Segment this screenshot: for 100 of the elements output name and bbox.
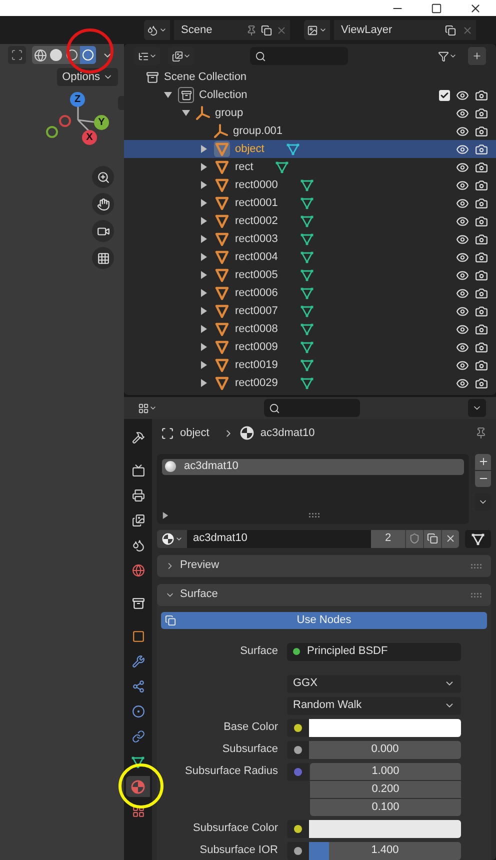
- outliner-row[interactable]: rect0007: [124, 302, 496, 320]
- outliner-row[interactable]: rect0004: [124, 248, 496, 266]
- checkbox[interactable]: [439, 90, 450, 100]
- render-camera-icon[interactable]: [475, 142, 488, 156]
- render-camera-icon[interactable]: [475, 88, 488, 102]
- pin-icon[interactable]: [246, 24, 257, 36]
- pan-hand-button[interactable]: [92, 193, 114, 215]
- expand-arrow-icon[interactable]: [200, 379, 208, 387]
- scene-field[interactable]: Scene: [174, 20, 290, 40]
- expand-arrow-icon[interactable]: [200, 199, 208, 207]
- shading-mode-button[interactable]: [32, 46, 48, 64]
- duplicate-button[interactable]: [423, 530, 441, 548]
- expand-arrow-icon[interactable]: [200, 253, 208, 261]
- outliner-row[interactable]: rect0003: [124, 230, 496, 248]
- 3d-viewport[interactable]: Options Z Y X: [0, 44, 124, 860]
- pin-icon[interactable]: [475, 427, 487, 440]
- panel-header[interactable]: Surface: [157, 584, 491, 606]
- visibility-eye-icon[interactable]: [456, 106, 469, 120]
- add-slot-button[interactable]: [475, 454, 491, 470]
- outliner-row[interactable]: rect0008: [124, 320, 496, 338]
- collapse-arrow-icon[interactable]: [164, 91, 172, 99]
- render-camera-icon[interactable]: [475, 340, 488, 354]
- visibility-eye-icon[interactable]: [456, 322, 469, 336]
- visibility-eye-icon[interactable]: [456, 232, 469, 246]
- camera-view-button[interactable]: [92, 220, 114, 242]
- render-camera-icon[interactable]: [475, 268, 488, 282]
- expand-arrow-icon[interactable]: [200, 145, 208, 153]
- visibility-eye-icon[interactable]: [456, 376, 469, 390]
- outliner-row[interactable]: rect0029: [124, 374, 496, 392]
- user-count-button[interactable]: 2: [371, 530, 405, 548]
- grip-icon[interactable]: [471, 592, 483, 598]
- expand-arrow-icon[interactable]: [200, 343, 208, 351]
- shader-field[interactable]: Principled BSDF: [287, 642, 461, 660]
- outliner-row[interactable]: group.001: [124, 122, 496, 140]
- visibility-eye-icon[interactable]: [456, 214, 469, 228]
- grid-view-button[interactable]: [92, 247, 114, 269]
- expand-arrow-icon[interactable]: [200, 307, 208, 315]
- zoom-button[interactable]: [92, 166, 114, 188]
- outliner-row[interactable]: group: [124, 104, 496, 122]
- gizmo-z-handle[interactable]: Z: [70, 92, 85, 107]
- close-icon[interactable]: [469, 2, 482, 14]
- render-camera-icon[interactable]: [475, 124, 488, 138]
- color-swatch[interactable]: [309, 718, 461, 736]
- number-field[interactable]: 1.000: [310, 762, 461, 780]
- fake-user-button[interactable]: [405, 530, 423, 548]
- visibility-eye-icon[interactable]: [456, 286, 469, 300]
- expand-arrow-icon[interactable]: [200, 163, 208, 171]
- outliner-row[interactable]: Scene Collection: [124, 68, 496, 86]
- visibility-eye-icon[interactable]: [456, 124, 469, 138]
- outliner-row[interactable]: rect0002: [124, 212, 496, 230]
- slider-field[interactable]: 1.400: [309, 842, 461, 860]
- new-collection-button[interactable]: [468, 47, 486, 65]
- number-field[interactable]: 0.000: [309, 740, 461, 758]
- search-field[interactable]: [264, 399, 360, 417]
- collapse-arrow-icon[interactable]: [182, 109, 190, 117]
- visibility-eye-icon[interactable]: [456, 160, 469, 174]
- visibility-eye-icon[interactable]: [456, 178, 469, 192]
- use-nodes-button[interactable]: Use Nodes: [161, 612, 487, 628]
- outliner-row[interactable]: rect: [124, 158, 496, 176]
- material-browse-button[interactable]: [157, 530, 187, 548]
- visibility-eye-icon[interactable]: [456, 250, 469, 264]
- expand-arrow-icon[interactable]: [200, 235, 208, 243]
- outliner-row[interactable]: rect0005: [124, 266, 496, 284]
- render-camera-icon[interactable]: [475, 232, 488, 246]
- grip-icon[interactable]: [309, 512, 321, 518]
- view-layer-browse-button[interactable]: [304, 20, 330, 40]
- copy-icon[interactable]: [261, 24, 272, 36]
- outliner-row[interactable]: rect0000: [124, 176, 496, 194]
- outliner-row[interactable]: rect0009: [124, 338, 496, 356]
- shading-mode-button[interactable]: [48, 46, 64, 64]
- render-camera-icon[interactable]: [475, 196, 488, 210]
- render-camera-icon[interactable]: [475, 178, 488, 192]
- dropdown[interactable]: GGX: [287, 674, 461, 692]
- render-camera-icon[interactable]: [475, 304, 488, 318]
- search-field[interactable]: [250, 47, 348, 65]
- render-camera-icon[interactable]: [475, 250, 488, 264]
- gizmo-x-handle[interactable]: X: [82, 130, 97, 145]
- outliner-row[interactable]: rect0006: [124, 284, 496, 302]
- outliner-row[interactable]: Collection: [124, 86, 496, 104]
- material-name-field[interactable]: ac3dmat10: [187, 530, 371, 548]
- render-camera-icon[interactable]: [475, 106, 488, 120]
- grip-icon[interactable]: [471, 562, 483, 568]
- unlink-button[interactable]: [441, 530, 459, 548]
- expand-arrow-icon[interactable]: [200, 325, 208, 333]
- expand-arrow-icon[interactable]: [162, 512, 169, 518]
- gizmo-negative-axis-handle[interactable]: [46, 126, 58, 138]
- render-camera-icon[interactable]: [475, 376, 488, 390]
- visibility-eye-icon[interactable]: [456, 142, 469, 156]
- options-button[interactable]: Options: [57, 68, 118, 86]
- expand-arrow-icon[interactable]: [200, 361, 208, 369]
- color-swatch[interactable]: [309, 820, 461, 838]
- expand-arrow-icon[interactable]: [200, 289, 208, 297]
- expand-arrow-icon[interactable]: [200, 217, 208, 225]
- number-field[interactable]: 0.100: [310, 798, 461, 816]
- expand-arrow-icon[interactable]: [200, 271, 208, 279]
- copy-icon[interactable]: [445, 24, 456, 36]
- visibility-eye-icon[interactable]: [456, 268, 469, 282]
- shading-mode-button[interactable]: [80, 46, 96, 64]
- visibility-eye-icon[interactable]: [456, 88, 469, 102]
- outliner-row[interactable]: rect0019: [124, 356, 496, 374]
